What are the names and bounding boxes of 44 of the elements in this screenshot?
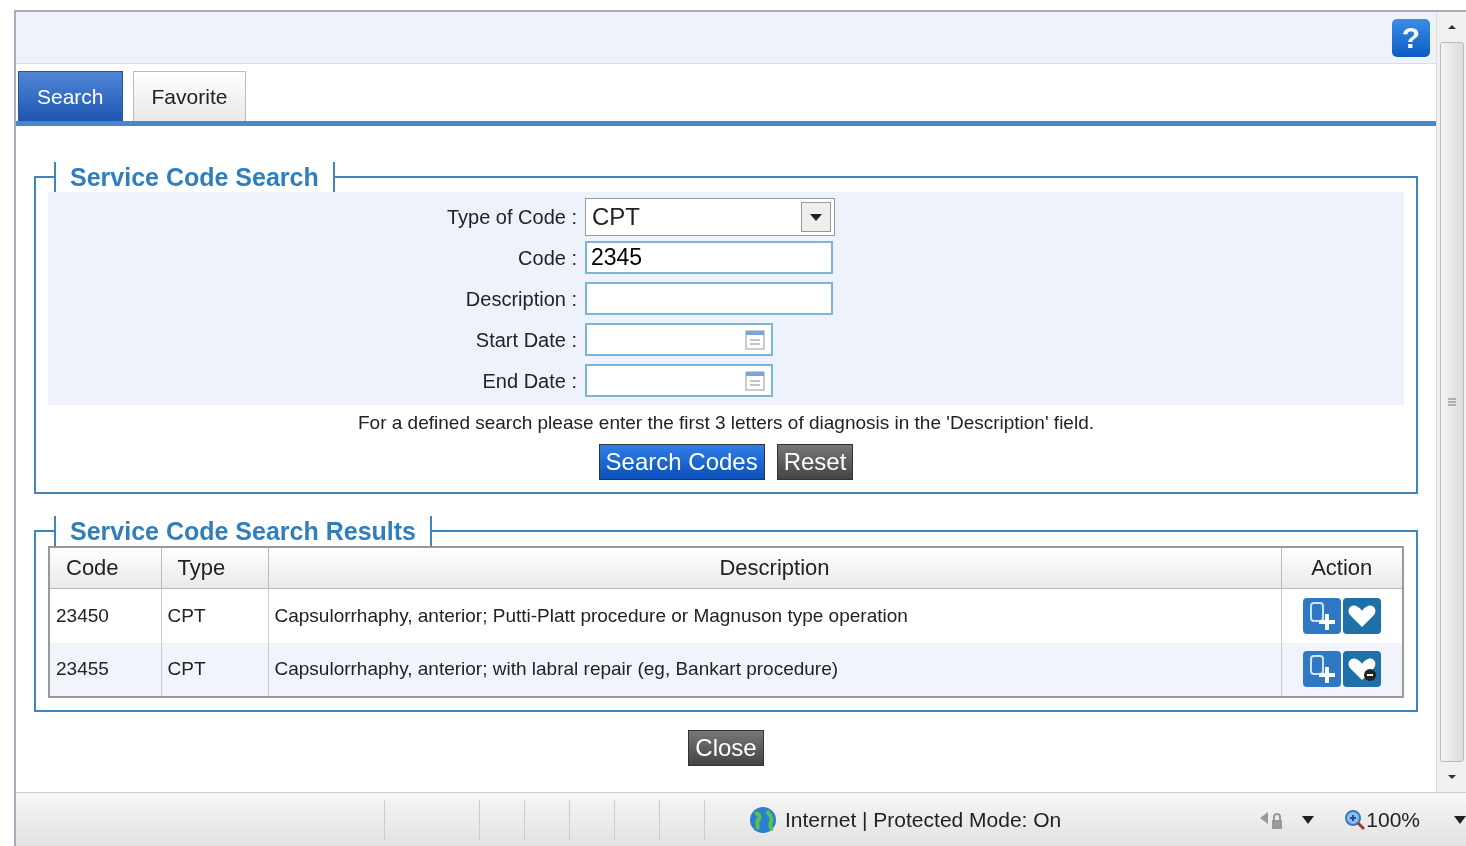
zoom-icon[interactable] (1344, 808, 1367, 831)
field-label: Description : (464, 286, 578, 312)
search-button[interactable]: Search Codes (598, 443, 765, 480)
date-field[interactable] (585, 364, 773, 397)
zoom-level[interactable]: 100% (1366, 803, 1420, 836)
close-button[interactable]: Close (688, 729, 764, 766)
calendar-icon (745, 329, 765, 350)
date-field[interactable] (585, 323, 773, 356)
grip-icon (1446, 397, 1457, 407)
tab[interactable]: Favorite (132, 71, 247, 121)
table-cell: Capsulorrhaphy, anterior; Putti-Platt procedure or Magnuson type operation (268, 588, 1281, 643)
caret-icon (801, 201, 831, 232)
help-button[interactable]: ? (1392, 18, 1430, 57)
field-label: Code : (517, 245, 578, 271)
remove-favorite-icon[interactable] (1342, 651, 1381, 687)
column-header: Description (268, 546, 1281, 589)
scrollbar[interactable] (1436, 12, 1466, 792)
add-icon[interactable] (1302, 651, 1341, 687)
tab[interactable]: Search (18, 71, 123, 121)
table-cell: 23450 (49, 588, 161, 643)
column-header: Type (161, 546, 268, 589)
reset-button[interactable]: Reset (776, 443, 854, 480)
input-field[interactable] (585, 282, 833, 315)
favorite-icon[interactable] (1342, 597, 1381, 634)
caret-icon[interactable] (1302, 815, 1315, 824)
calendar-icon (745, 370, 765, 391)
dropdown[interactable]: CPT (585, 197, 835, 236)
table-cell: CPT (161, 588, 268, 643)
field-label: Start Date : (474, 327, 578, 353)
section-title: Service Code Search Results (54, 515, 432, 546)
column-header: Action (1281, 546, 1403, 589)
scroll-thumb[interactable] (1439, 42, 1464, 762)
input-field[interactable]: 2345 (585, 241, 833, 274)
table-cell: Capsulorrhaphy, anterior; with labral repair (eg, Bankart procedure) (268, 642, 1281, 697)
globe-icon (749, 805, 777, 834)
field-label: Type of Code : (445, 204, 578, 230)
caret-icon[interactable] (1454, 815, 1466, 824)
table-cell: 23455 (49, 642, 161, 697)
hint-text: For a defined search please enter the first 3 letters of diagnosis in the 'Description' field. (357, 411, 1095, 435)
add-icon[interactable] (1302, 597, 1341, 634)
field-label: End Date : (481, 368, 578, 394)
zone-text: Internet | Protected Mode: On (785, 806, 1062, 833)
table-cell: CPT (161, 642, 268, 697)
column-header: Code (49, 546, 161, 589)
